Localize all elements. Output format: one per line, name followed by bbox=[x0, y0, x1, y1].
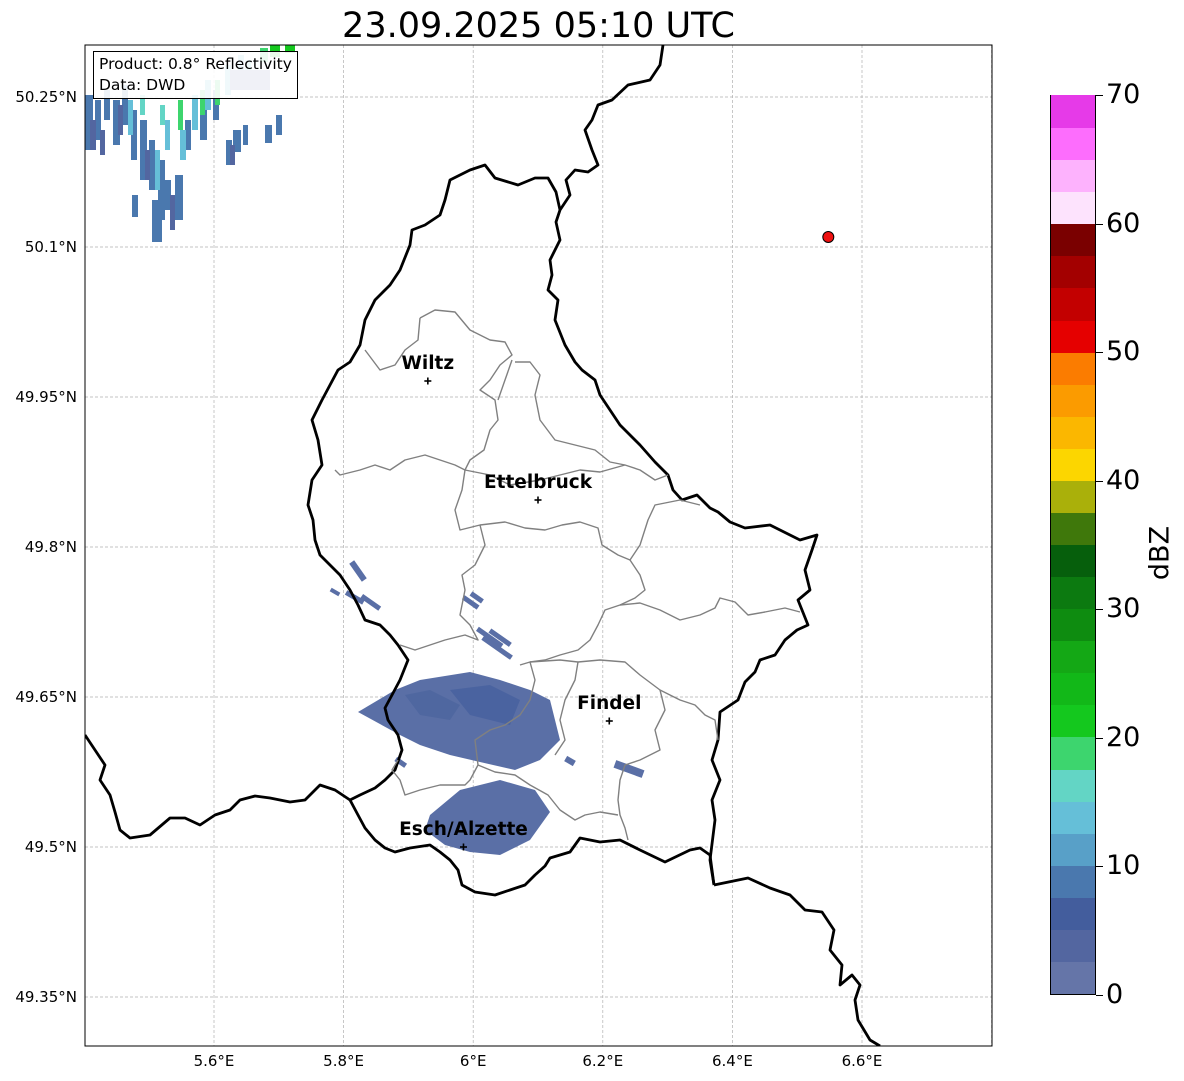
city-label: Findel bbox=[577, 693, 642, 714]
city-label: Esch/Alzette bbox=[399, 819, 528, 840]
colorbar-tick bbox=[1096, 738, 1103, 739]
colorbar-segment bbox=[1051, 576, 1095, 610]
colorbar-segment bbox=[1051, 704, 1095, 738]
colorbar-segment bbox=[1051, 416, 1095, 449]
lon-tick-label: 6.6°E bbox=[841, 1052, 883, 1070]
city-label: Ettelbruck bbox=[483, 472, 593, 493]
colorbar-tick-label: 10 bbox=[1106, 850, 1141, 882]
colorbar-segment bbox=[1051, 961, 1095, 994]
colorbar-unit: dBZ bbox=[1144, 525, 1176, 581]
colorbar-tick bbox=[1096, 352, 1103, 353]
lon-tick-label: 5.6°E bbox=[193, 1052, 235, 1070]
colorbar-segment bbox=[1051, 352, 1095, 385]
colorbar-segment bbox=[1051, 640, 1095, 674]
colorbar-title: dBZ bbox=[1140, 523, 1180, 583]
colorbar-segment bbox=[1051, 448, 1095, 481]
lat-tick-label: 49.8°N bbox=[24, 538, 77, 556]
colorbar-segment bbox=[1051, 223, 1095, 257]
map-frame-bg bbox=[85, 45, 992, 1046]
colorbar-segment bbox=[1051, 127, 1095, 161]
colorbar-tick-label: 60 bbox=[1106, 207, 1141, 239]
colorbar-segment bbox=[1051, 255, 1095, 289]
colorbar-segment bbox=[1051, 95, 1095, 129]
colorbar-tick bbox=[1096, 95, 1103, 96]
colorbar-segment bbox=[1051, 897, 1095, 930]
lon-tick-label: 6.2°E bbox=[582, 1052, 624, 1070]
colorbar-segment bbox=[1051, 287, 1095, 321]
colorbar-tick bbox=[1096, 481, 1103, 482]
lat-tick-label: 50.25°N bbox=[15, 88, 77, 106]
lon-tick-label: 6°E bbox=[459, 1052, 487, 1070]
colorbar-segment bbox=[1051, 833, 1095, 866]
colorbar-segment bbox=[1051, 608, 1095, 642]
colorbar-segment bbox=[1051, 159, 1095, 193]
colorbar-tick-label: 70 bbox=[1106, 79, 1141, 110]
lon-tick-label: 5.8°E bbox=[323, 1052, 365, 1070]
colorbar-segment bbox=[1051, 384, 1095, 417]
radar-site-marker bbox=[822, 231, 835, 243]
colorbar-tick-label: 50 bbox=[1106, 336, 1141, 368]
data-source-label: Data: DWD bbox=[99, 76, 186, 94]
colorbar-segment bbox=[1051, 319, 1095, 353]
lat-tick-label: 49.35°N bbox=[15, 988, 77, 1006]
city-label: Wiltz bbox=[401, 353, 455, 374]
colorbar-segment bbox=[1051, 191, 1095, 225]
lon-tick-label: 6.4°E bbox=[711, 1052, 753, 1070]
colorbar-tick bbox=[1096, 609, 1103, 610]
colorbar-segment bbox=[1051, 929, 1095, 962]
colorbar-tick-label: 0 bbox=[1106, 979, 1124, 1010]
colorbar bbox=[1050, 95, 1096, 995]
colorbar-tick-label: 40 bbox=[1106, 464, 1141, 496]
colorbar-tick-label: 20 bbox=[1106, 721, 1141, 753]
colorbar-tick bbox=[1096, 224, 1103, 225]
colorbar-tick bbox=[1096, 866, 1103, 867]
colorbar-tick bbox=[1096, 995, 1103, 996]
lat-tick-label: 49.5°N bbox=[24, 838, 77, 856]
colorbar-segment bbox=[1051, 512, 1095, 545]
colorbar-segment bbox=[1051, 672, 1095, 706]
lat-tick-label: 50.1°N bbox=[24, 238, 77, 256]
colorbar-segment bbox=[1051, 801, 1095, 834]
colorbar-segment bbox=[1051, 865, 1095, 898]
colorbar-segment bbox=[1051, 544, 1095, 578]
map-canvas bbox=[84, 44, 993, 1047]
colorbar-segment bbox=[1051, 736, 1095, 770]
colorbar-segment bbox=[1051, 480, 1095, 513]
lat-tick-label: 49.65°N bbox=[15, 688, 77, 706]
colorbar-tick-label: 30 bbox=[1106, 593, 1141, 625]
product-label: Product: 0.8° Reflectivity bbox=[99, 55, 292, 73]
colorbar-segment bbox=[1051, 768, 1095, 802]
product-info-box: Product: 0.8° Reflectivity Data: DWD bbox=[93, 51, 298, 99]
lat-tick-label: 49.95°N bbox=[15, 388, 77, 406]
